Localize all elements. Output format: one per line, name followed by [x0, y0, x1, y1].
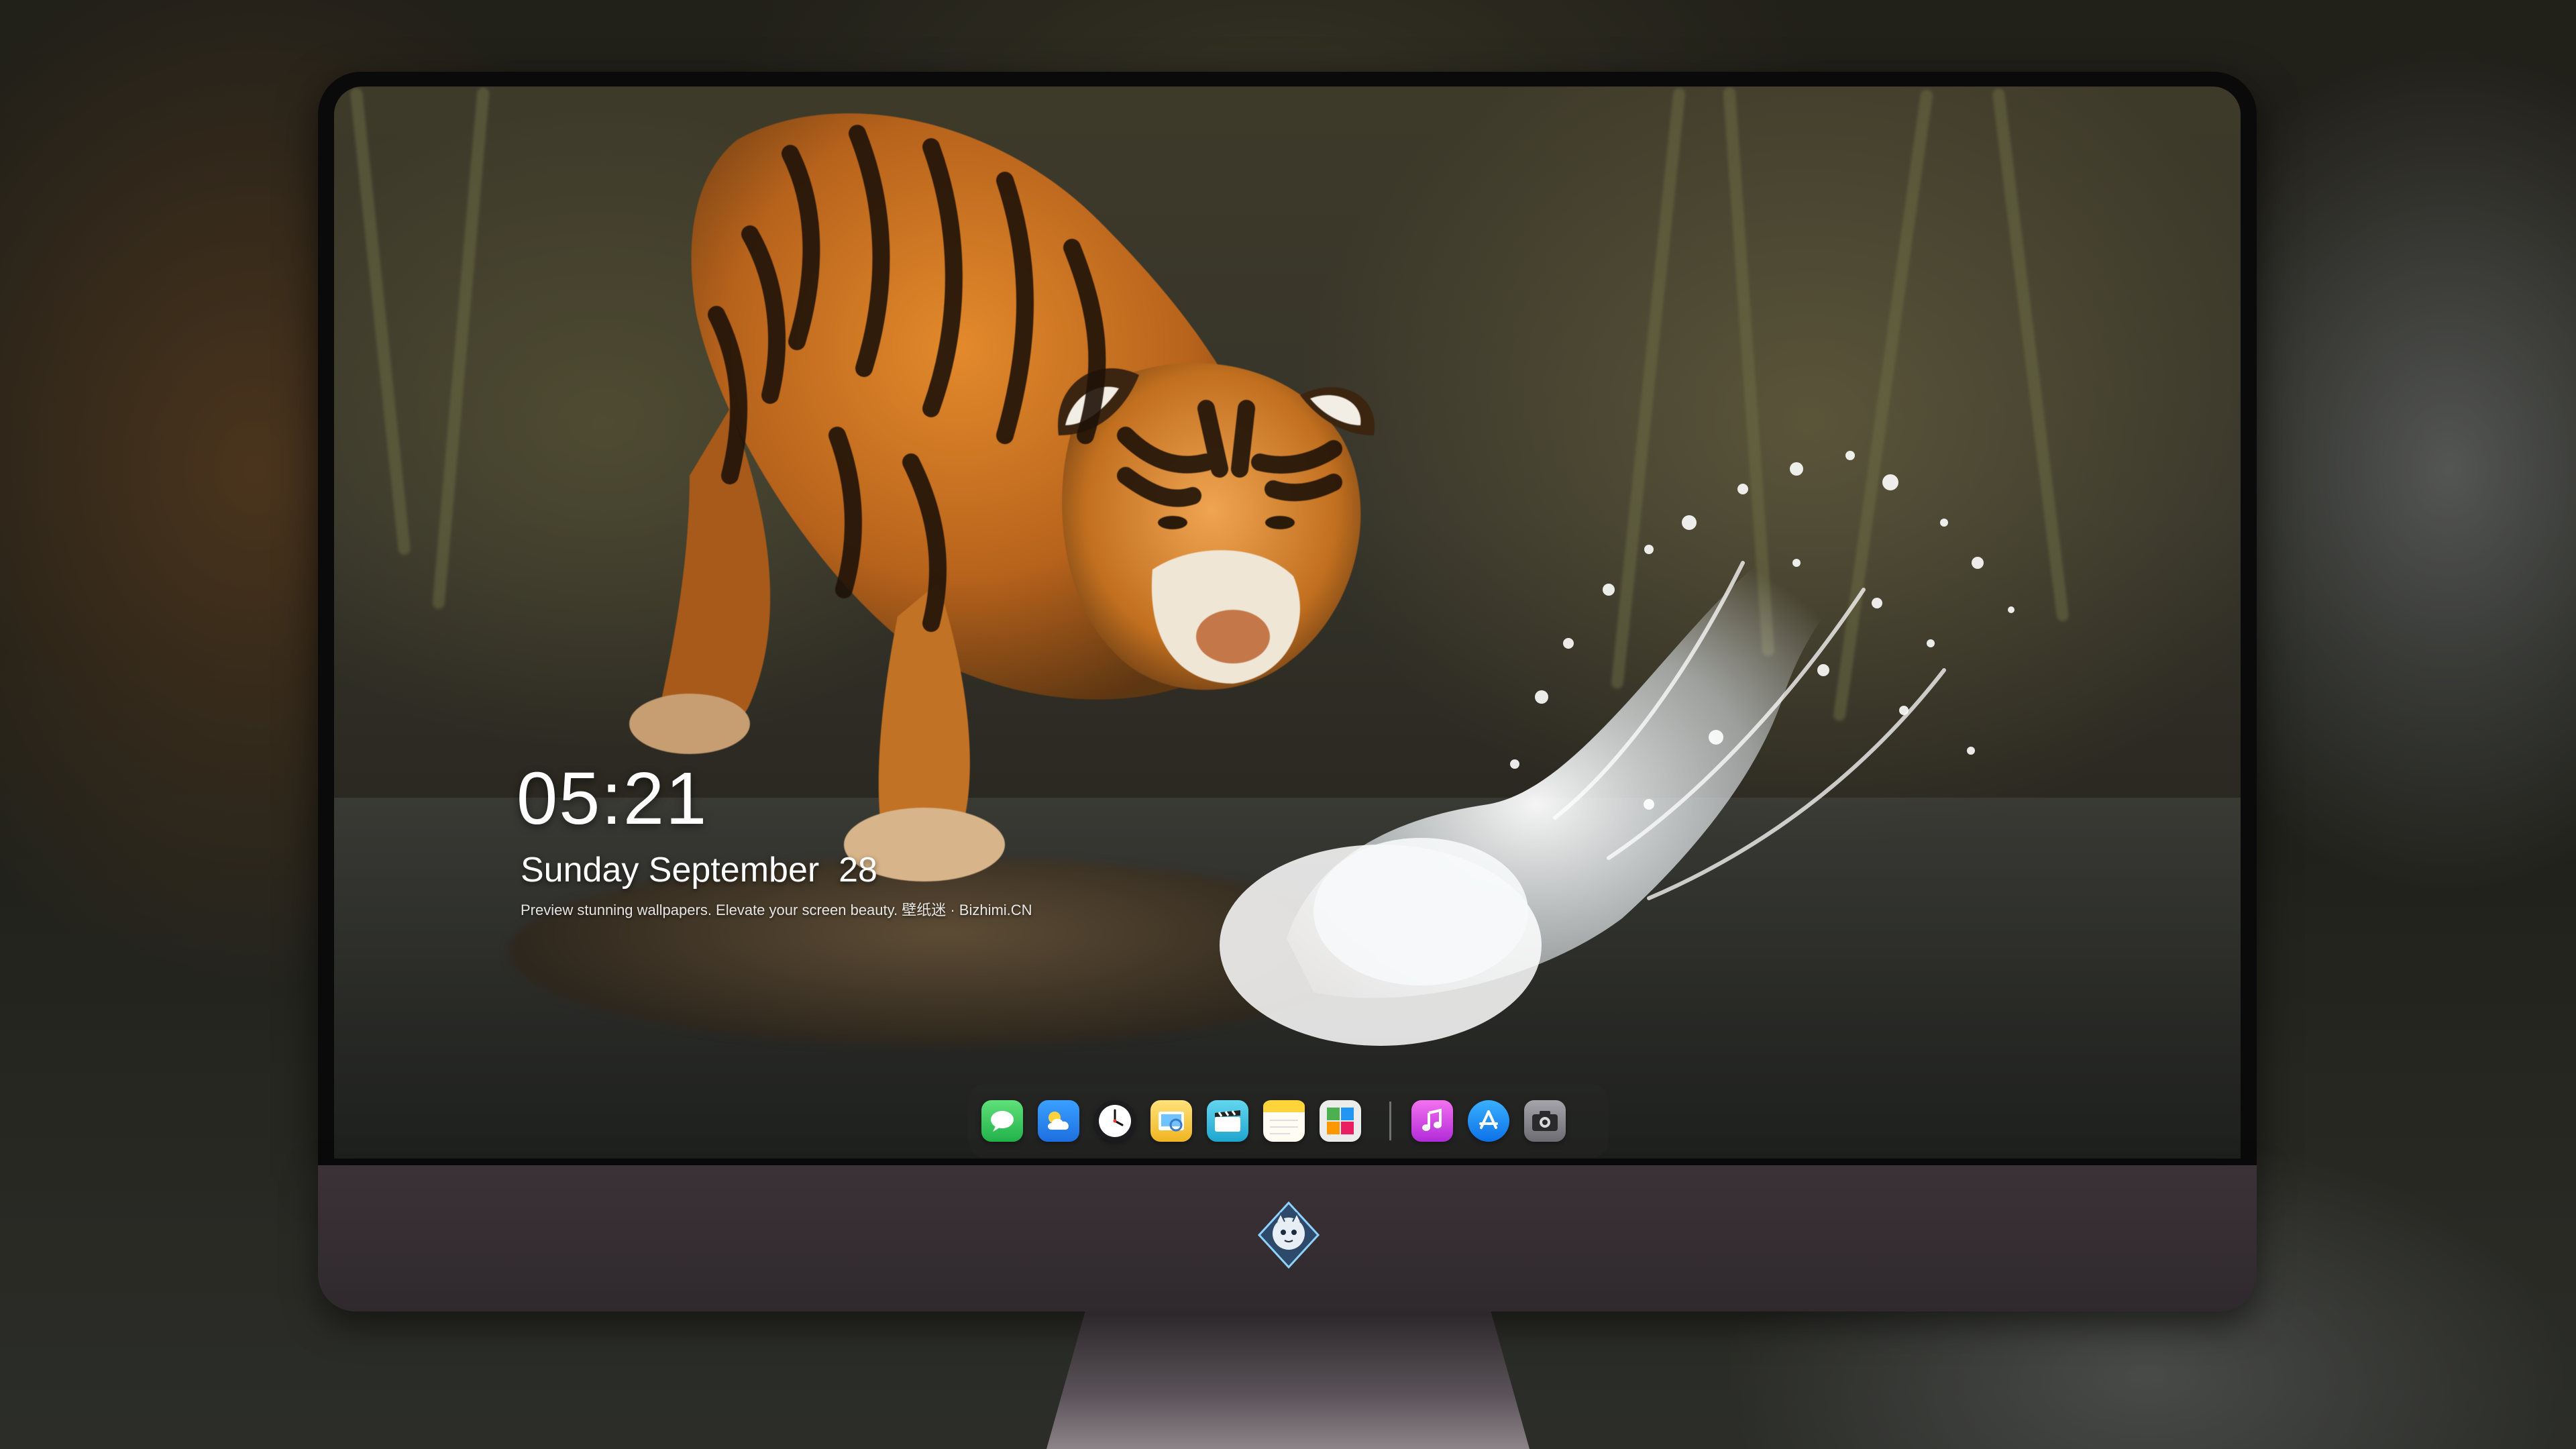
- water-splash: [1220, 451, 2015, 1046]
- desktop-screen: 05:21 Sunday September 28 Preview stunni…: [334, 87, 2241, 1159]
- dock-separator: [1389, 1102, 1391, 1140]
- messages-icon[interactable]: [981, 1100, 1023, 1142]
- monitor-stand: [1046, 1311, 1529, 1449]
- weather-icon[interactable]: [1038, 1100, 1079, 1142]
- brand-logo-icon: [1257, 1201, 1320, 1269]
- dock: [968, 1084, 1609, 1158]
- clips-icon[interactable]: [1207, 1100, 1248, 1142]
- preview-icon[interactable]: [1150, 1100, 1192, 1142]
- clock-time: 05:21: [517, 757, 708, 840]
- clock-date: Sunday September 28: [521, 851, 877, 890]
- wallpaper-caption: Preview stunning wallpapers. Elevate you…: [521, 902, 1032, 918]
- photo-booth-icon[interactable]: [1320, 1100, 1361, 1142]
- notes-icon[interactable]: [1263, 1100, 1305, 1142]
- clock-icon[interactable]: [1094, 1100, 1136, 1142]
- monitor-bezel: 05:21 Sunday September 28 Preview stunni…: [318, 72, 2257, 1165]
- monitor-chin: [318, 1165, 2257, 1311]
- app-store-icon[interactable]: [1468, 1100, 1509, 1142]
- music-icon[interactable]: [1411, 1100, 1453, 1142]
- monitor: 05:21 Sunday September 28 Preview stunni…: [318, 72, 2257, 1311]
- camera-icon[interactable]: [1524, 1100, 1566, 1142]
